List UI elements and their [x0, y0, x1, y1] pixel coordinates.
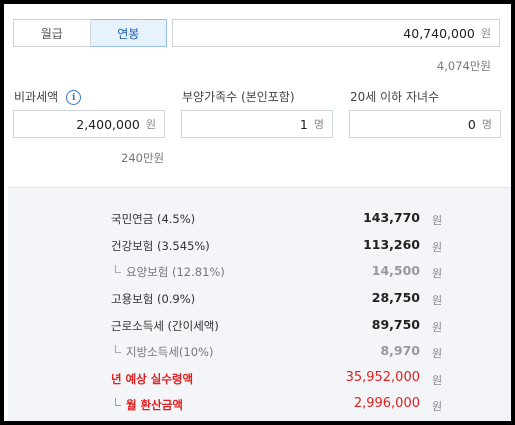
tab-annual[interactable]: 연봉 [90, 19, 167, 47]
result-value: 143,770 [363, 210, 420, 225]
result-value: 14,500 [371, 263, 420, 278]
nontax-label-wrap: 비과세액 i [14, 88, 82, 105]
result-label: 월 환산금액 [115, 398, 183, 412]
result-row-employment: 고용보험 (0.9%) 28,750 원 [8, 288, 511, 308]
result-value: 2,996,000 [353, 396, 420, 411]
result-unit: 원 [432, 400, 443, 413]
result-row-pension: 국민연금 (4.5%) 143,770 원 [8, 208, 511, 228]
result-row-health: 건강보험 (3.545%) 113,260 원 [8, 235, 511, 255]
salary-input[interactable]: 40,740,000 원 [172, 19, 500, 47]
result-label: 요양보험 (12.81%) [115, 265, 225, 279]
dependents-label: 부양가족수 (본인포함) [182, 90, 295, 104]
children-label: 20세 이하 자녀수 [350, 90, 440, 104]
result-value: 8,970 [380, 343, 420, 358]
result-row-local-tax: 지방소득세(10%) 8,970 원 [8, 341, 511, 361]
nontax-label: 비과세액 [14, 90, 59, 104]
result-value: 89,750 [371, 317, 420, 332]
result-label: 지방소득세(10%) [114, 345, 214, 359]
pay-type-tabs: 월급 연봉 [13, 19, 167, 47]
info-icon[interactable]: i [66, 90, 82, 105]
children-value: 0 [467, 116, 476, 132]
result-label: 근로소득세 (간이세액) [111, 319, 219, 333]
result-row-monthly-net: 월 환산금액 2,996,000 원 [8, 394, 511, 414]
result-row-income-tax: 근로소득세 (간이세액) 89,750 원 [8, 315, 511, 335]
result-label: 건강보험 (3.545%) [111, 239, 210, 253]
result-label: 국민연금 (4.5%) [111, 212, 196, 226]
calculator-panel: 월급 연봉 40,740,000 원 4,074만원 비과세액 i 부양가족수 (… [0, 0, 515, 425]
result-value: 28,750 [371, 290, 420, 305]
result-label: 고용보험 (0.9%) [111, 292, 196, 306]
result-unit: 원 [432, 321, 443, 334]
result-unit: 원 [432, 347, 443, 360]
nontax-input[interactable]: 2,400,000 원 [13, 110, 165, 138]
result-unit: 원 [432, 267, 443, 280]
nontax-unit: 원 [145, 118, 156, 131]
dependents-input[interactable]: 1 명 [181, 110, 333, 138]
nontax-sub-text: 240만원 [121, 151, 165, 165]
nontax-value: 2,400,000 [76, 116, 140, 132]
children-input[interactable]: 0 명 [349, 110, 501, 138]
result-value: 35,952,000 [345, 370, 420, 385]
result-label: 년 예상 실수령액 [111, 372, 194, 386]
result-unit: 원 [432, 374, 443, 387]
salary-value: 40,740,000 [403, 25, 475, 41]
results-panel: 국민연금 (4.5%) 143,770 원 건강보험 (3.545%) 113,… [8, 187, 511, 421]
result-row-annual-net: 년 예상 실수령액 35,952,000 원 [8, 368, 511, 388]
children-unit: 명 [481, 118, 492, 131]
salary-unit: 원 [480, 27, 491, 40]
result-unit: 원 [432, 214, 443, 227]
salary-sub-text: 4,074만원 [436, 59, 491, 73]
result-unit: 원 [432, 294, 443, 307]
dependents-unit: 명 [313, 118, 324, 131]
result-unit: 원 [432, 241, 443, 254]
result-value: 113,260 [363, 237, 420, 252]
result-row-care: 요양보험 (12.81%) 14,500 원 [8, 261, 511, 281]
dependents-value: 1 [299, 116, 308, 132]
tab-monthly[interactable]: 월급 [13, 19, 91, 47]
